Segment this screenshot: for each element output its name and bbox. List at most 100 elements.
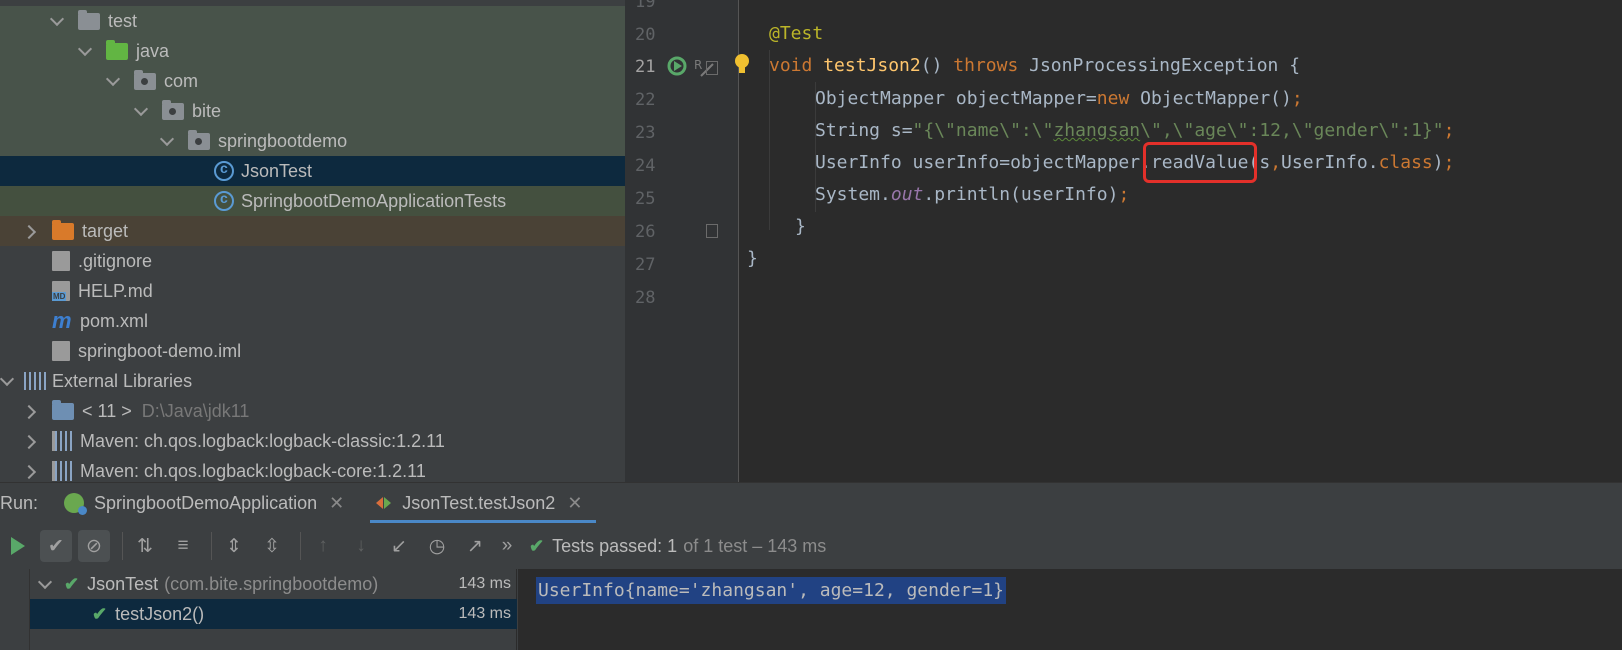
keyword: void xyxy=(769,55,813,76)
method-name: testJson2 xyxy=(823,55,921,76)
sort-alpha-icon: ⇅ xyxy=(137,535,153,557)
tree-item-gitignore[interactable]: .gitignore xyxy=(0,246,625,276)
sort-alphabetically-button[interactable]: ⇅ xyxy=(129,530,161,562)
tree-item-java[interactable]: java xyxy=(0,36,625,66)
tree-item-jsontest[interactable]: JsonTest xyxy=(0,156,625,186)
toolbar-divider xyxy=(211,532,212,560)
keyword: class xyxy=(1378,152,1433,173)
tree-item-target[interactable]: target xyxy=(0,216,625,246)
chevron-down-icon[interactable] xyxy=(160,134,174,148)
checkmark-icon: ✔ xyxy=(48,535,64,557)
chevron-down-icon[interactable] xyxy=(38,577,52,591)
rerun-button[interactable] xyxy=(2,530,34,562)
tree-item-label: test xyxy=(108,10,138,31)
tree-item-springbootdemoapplicationtests[interactable]: SpringbootDemoApplicationTests xyxy=(0,186,625,216)
run-panel: Run: SpringbootDemoApplication ✕ JsonTes… xyxy=(0,482,1622,650)
tree-item-jdk[interactable]: < 11 > D:\Java\jdk11 xyxy=(0,396,625,426)
status-prefix: Tests passed: xyxy=(552,535,663,556)
semicolon: ; xyxy=(1118,184,1130,205)
typo-warning: zhangsan xyxy=(1053,120,1141,141)
package-icon xyxy=(162,99,184,120)
chevron-down-icon[interactable] xyxy=(134,104,148,118)
line-number: 24 xyxy=(635,156,656,176)
export-results-button[interactable]: ↗ xyxy=(459,530,491,562)
svg-text:R: R xyxy=(694,58,702,72)
chevron-right-icon[interactable] xyxy=(24,464,38,478)
history-icon: ◷ xyxy=(428,535,446,557)
chevron-right-icon[interactable] xyxy=(24,224,38,238)
previous-failed-button[interactable]: ↑ xyxy=(307,530,339,562)
run-test-icon[interactable] xyxy=(667,54,691,78)
tab-label: JsonTest.testJson2 xyxy=(402,492,556,513)
test-history-button[interactable]: ◷ xyxy=(421,530,453,562)
indent-guide xyxy=(769,50,770,230)
sort-by-duration-button[interactable]: ≡ xyxy=(167,530,199,562)
test-results-tree: ✔ JsonTest (com.bite.springbootdemo) 143… xyxy=(30,569,517,650)
jdk-icon xyxy=(52,399,74,420)
expand-all-button[interactable]: ⇕ xyxy=(218,530,250,562)
import-tests-button[interactable]: ↙ xyxy=(383,530,415,562)
more-actions-button[interactable]: » xyxy=(497,530,517,562)
tree-item-label: Maven: ch.qos.logback:logback-core:1.2.1… xyxy=(80,460,426,481)
highlight-box xyxy=(1142,142,1257,183)
console-output[interactable]: UserInfo{name='zhangsan', age=12, gender… xyxy=(518,569,1622,650)
chevron-right-icon[interactable] xyxy=(24,434,38,448)
chevron-down-icon[interactable] xyxy=(106,74,120,88)
tree-item-logback-core[interactable]: Maven: ch.qos.logback:logback-core:1.2.1… xyxy=(0,456,625,482)
keyword: throws xyxy=(953,55,1019,76)
chevron-down-icon[interactable] xyxy=(0,374,14,388)
tab-springbootdemoapplication[interactable]: SpringbootDemoApplication ✕ xyxy=(60,483,358,523)
string-literal: \",\"age\":12,\"gender\":1}" xyxy=(1140,120,1444,141)
code-text: ObjectMapper() xyxy=(1129,88,1292,109)
tab-jsontest-testjson2[interactable]: JsonTest.testJson2 ✕ xyxy=(370,483,597,523)
tree-item-springbootdemo[interactable]: springbootdemo xyxy=(0,126,625,156)
tree-item-label: java xyxy=(136,40,170,61)
collapse-all-icon: ⇳ xyxy=(264,535,280,557)
code-text: .println(userInfo) xyxy=(923,184,1119,205)
collapse-all-button[interactable]: ⇳ xyxy=(256,530,288,562)
chevron-right-icon[interactable] xyxy=(24,404,38,418)
line-number: 21 xyxy=(635,57,656,77)
line-number: 27 xyxy=(635,255,656,275)
tree-item-iml[interactable]: springboot-demo.iml xyxy=(0,336,625,366)
console-text: UserInfo{name='zhangsan', age=12, gender… xyxy=(536,577,1006,604)
tab-label: SpringbootDemoApplication xyxy=(94,492,318,513)
fold-marker-icon[interactable] xyxy=(706,61,718,75)
code-line-20: @Test xyxy=(769,23,823,44)
chevron-down-icon[interactable] xyxy=(50,14,64,28)
module-file-icon xyxy=(52,341,70,361)
lightbulb-icon[interactable] xyxy=(733,52,751,78)
ignored-icon: ⊘ xyxy=(86,535,102,557)
chevron-down-icon[interactable] xyxy=(78,44,92,58)
status-suffix: of 1 test – 143 ms xyxy=(683,535,827,556)
line-number: 23 xyxy=(635,123,656,143)
tree-item-com[interactable]: com xyxy=(0,66,625,96)
show-ignored-toggle[interactable]: ⊘ xyxy=(78,530,110,562)
close-icon[interactable]: ✕ xyxy=(567,493,582,514)
expand-all-icon: ⇕ xyxy=(226,535,242,557)
import-icon: ↙ xyxy=(391,535,407,557)
tree-item-pom-xml[interactable]: m pom.xml xyxy=(0,306,625,336)
close-icon[interactable]: ✕ xyxy=(329,493,344,514)
test-case-row[interactable]: ✔ testJson2() 143 ms xyxy=(30,599,517,629)
fold-marker-icon[interactable] xyxy=(706,224,718,238)
code-text: System. xyxy=(815,184,891,205)
tree-item-bite[interactable]: bite xyxy=(0,96,625,126)
test-suite-row[interactable]: ✔ JsonTest (com.bite.springbootdemo) 143… xyxy=(30,569,517,599)
tree-item-label: Maven: ch.qos.logback:logback-classic:1.… xyxy=(80,430,445,451)
play-icon xyxy=(11,537,25,555)
tree-item-external-libraries[interactable]: External Libraries xyxy=(0,366,625,396)
tree-item-test[interactable]: test xyxy=(0,6,625,36)
keyword: new xyxy=(1096,88,1130,109)
test-name: testJson2() xyxy=(115,603,205,624)
tree-item-logback-classic[interactable]: Maven: ch.qos.logback:logback-classic:1.… xyxy=(0,426,625,456)
show-passed-toggle[interactable]: ✔ xyxy=(40,530,72,562)
code-editor[interactable]: 19 20 21 22 23 24 25 26 27 28 R @Test vo… xyxy=(625,0,1622,482)
tree-item-help-md[interactable]: HELP.md xyxy=(0,276,625,306)
package-icon xyxy=(134,69,156,90)
tree-item-label: target xyxy=(82,220,129,241)
next-failed-button[interactable]: ↓ xyxy=(345,530,377,562)
static-field: out xyxy=(890,184,924,205)
sort-duration-icon: ≡ xyxy=(177,535,189,556)
semicolon: ; xyxy=(1443,120,1455,141)
